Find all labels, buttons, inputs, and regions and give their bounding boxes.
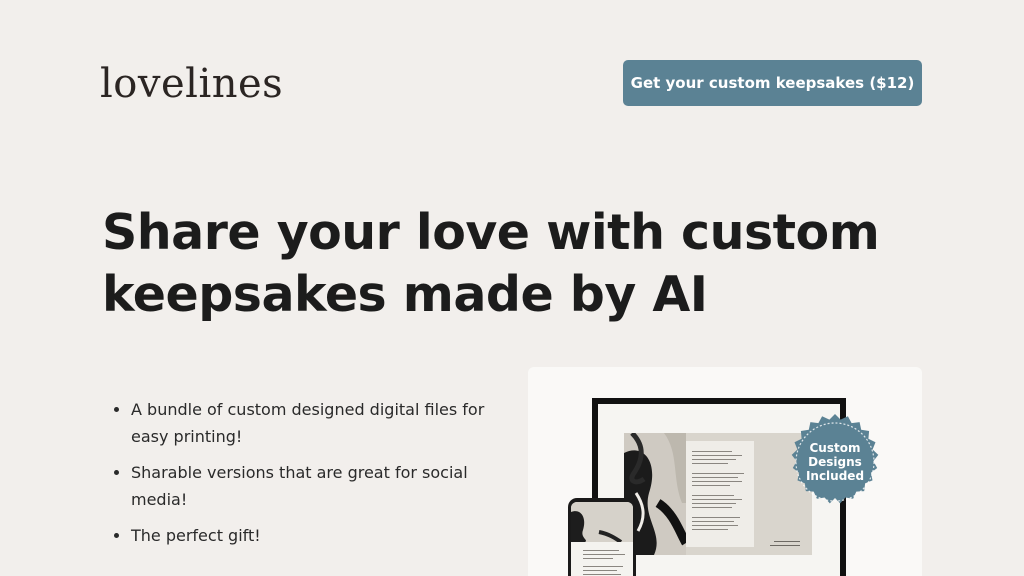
badge-line-1: Custom	[809, 441, 861, 455]
badge-line-2: Designs	[808, 455, 862, 469]
phone-mockup	[568, 498, 636, 576]
custom-designs-badge: Custom Designs Included	[786, 413, 884, 511]
feature-list: A bundle of custom designed digital file…	[105, 396, 521, 558]
badge-text: Custom Designs Included	[786, 413, 884, 511]
get-keepsakes-button[interactable]: Get your custom keepsakes ($12)	[623, 60, 922, 106]
hero-headline: Share your love with custom keepsakes ma…	[102, 202, 902, 326]
print-artwork	[624, 433, 812, 555]
hero-headline-line-1: Share your love with custom	[102, 204, 880, 261]
feature-item: The perfect gift!	[131, 522, 521, 549]
poem-text-block	[686, 441, 754, 547]
feature-item: Sharable versions that are great for soc…	[131, 459, 521, 513]
phone-screen	[571, 502, 633, 576]
badge-line-3: Included	[805, 469, 865, 483]
brand-logo[interactable]: lovelines	[100, 58, 283, 110]
feature-item: A bundle of custom designed digital file…	[131, 396, 521, 450]
hero-headline-line-2: keepsakes made by AI	[102, 266, 708, 323]
phone-art-thumbnail	[571, 502, 633, 544]
